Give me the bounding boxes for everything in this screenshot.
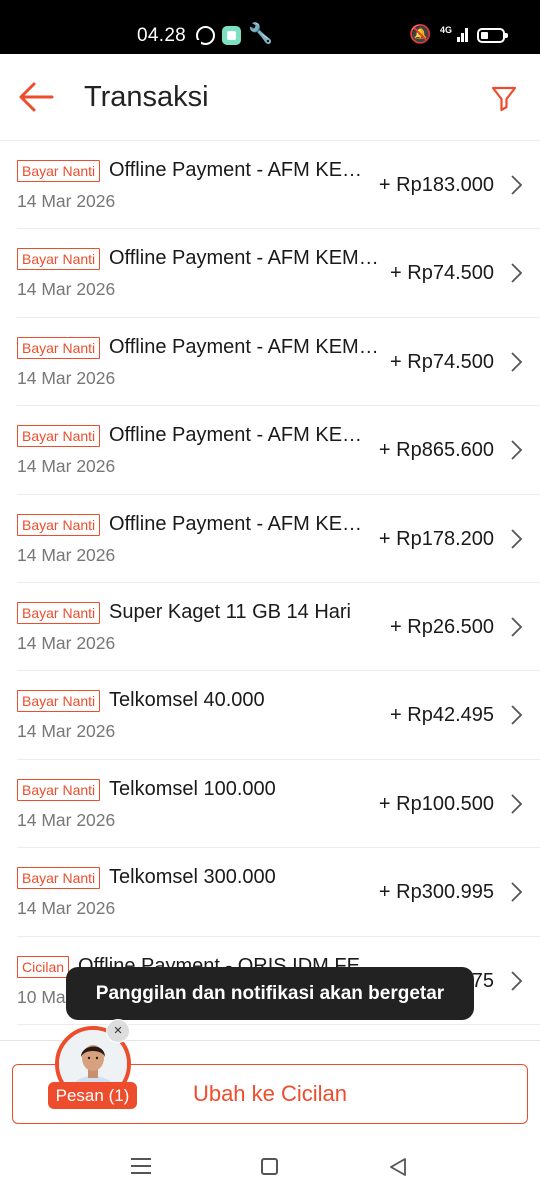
chevron-right-icon [511, 352, 523, 372]
arrow-left-icon [19, 82, 54, 112]
transaction-date: 14 Mar 2026 [17, 632, 116, 653]
transaction-date: 14 Mar 2026 [17, 898, 116, 919]
payment-method-badge: Bayar Nanti [17, 601, 101, 624]
page-title: Transaksi [84, 81, 209, 113]
payment-method-badge: Bayar Nanti [17, 336, 101, 359]
chevron-right-icon [511, 794, 523, 814]
back-button[interactable] [16, 76, 58, 118]
transaction-amount: + Rp183.000 [378, 174, 494, 196]
transaction-row[interactable]: Bayar Nanti Telkomsel 40.000 14 Mar 2026… [17, 671, 540, 760]
payment-method-badge: Bayar Nanti [17, 690, 101, 713]
status-time: 04.28 [137, 25, 187, 46]
transaction-list: Bayar Nanti Offline Payment - AFM KEMBAN… [0, 141, 540, 1025]
filter-icon [491, 86, 517, 112]
transaction-amount: 75 [471, 969, 494, 992]
chevron-right-icon [511, 263, 523, 284]
chevron-right-icon [511, 705, 523, 725]
transaction-amount: + Rp74.500 [390, 262, 494, 285]
payment-method-badge: Bayar Nanti [17, 778, 101, 801]
chevron-right-icon [511, 617, 523, 637]
battery-icon [477, 28, 508, 43]
system-toast: Panggilan dan notifikasi akan bergetar [66, 967, 474, 1020]
transaction-row[interactable]: Bayar Nanti Super Kaget 11 GB 14 Hari 14… [17, 583, 540, 672]
transaction-row[interactable]: Bayar Nanti Offline Payment - AFM KEMBAN… [17, 318, 540, 407]
chat-label[interactable]: Pesan (1) [48, 1082, 137, 1109]
transaction-date: 14 Mar 2026 [17, 544, 116, 565]
transaction-row[interactable]: Bayar Nanti Offline Payment - AFM KEMBAN… [17, 406, 540, 495]
transaction-row[interactable]: Bayar Nanti Offline Payment - AFM KEMBAN… [17, 141, 540, 230]
payment-method-badge: Cicilan [17, 955, 70, 978]
transaction-date: 10 Ma [17, 986, 66, 1007]
transaction-amount: + Rp300.995 [378, 881, 494, 904]
payment-method-badge: Bayar Nanti [17, 160, 101, 182]
transaction-title: Offline Payment - AFM KEMBANGAN [109, 335, 381, 358]
filter-button[interactable] [488, 82, 520, 114]
transaction-amount: + Rp178.200 [378, 527, 494, 550]
transaction-date: 14 Mar 2026 [17, 456, 116, 477]
transaction-title: Offline Payment - AFM KEMBANGAN [109, 159, 369, 181]
close-icon[interactable]: × [106, 1019, 130, 1043]
transaction-date: 14 Mar 2026 [17, 809, 116, 830]
transaction-title: Super Kaget 11 GB 14 Hari [109, 600, 351, 623]
transaction-amount: + Rp865.600 [378, 439, 494, 462]
transaction-row[interactable]: Bayar Nanti Offline Payment - AFM KEMBAN… [17, 495, 540, 583]
whatsapp-icon [195, 26, 215, 46]
transaction-amount: + Rp42.495 [390, 704, 494, 727]
transaction-row[interactable]: Bayar Nanti Telkomsel 100.000 14 Mar 202… [17, 760, 540, 849]
app-icon [222, 26, 241, 45]
transaction-title: Offline Payment - AFM KEMBANGAN [109, 247, 381, 270]
chevron-right-icon [511, 528, 523, 549]
app-header: Transaksi [0, 54, 540, 141]
network-type: 4G [440, 25, 453, 35]
payment-method-badge: Bayar Nanti [17, 248, 101, 271]
transaction-date: 14 Mar 2026 [17, 721, 116, 742]
payment-method-badge: Bayar Nanti [17, 425, 101, 448]
mute-vibrate-icon: 🔕 [409, 24, 432, 44]
transaction-amount: + Rp100.500 [378, 792, 494, 815]
status-bar: 04.28 🔧 🔕 4G [0, 0, 540, 54]
chevron-right-icon [511, 882, 523, 902]
payment-method-badge: Bayar Nanti [17, 513, 101, 536]
back-icon[interactable] [388, 1157, 408, 1177]
wrench-icon: 🔧 [248, 23, 273, 45]
transaction-title: Offline Payment - AFM KEMBANGAN [109, 512, 369, 535]
transaction-date: 14 Mar 2026 [17, 367, 116, 388]
signal-icon [457, 28, 468, 42]
chat-bubble[interactable]: × Pesan (1) [48, 1019, 140, 1111]
transaction-row[interactable]: Bayar Nanti Offline Payment - AFM KEMBAN… [17, 229, 540, 318]
transaction-title: Telkomsel 300.000 [109, 866, 276, 889]
transaction-title: Telkomsel 40.000 [109, 689, 265, 712]
chevron-right-icon [511, 175, 523, 195]
transaction-title: Telkomsel 100.000 [109, 777, 276, 800]
recent-apps-icon[interactable] [131, 1158, 151, 1174]
payment-method-badge: Bayar Nanti [17, 867, 101, 890]
chevron-right-icon [511, 440, 523, 460]
transaction-amount: + Rp74.500 [390, 350, 494, 373]
system-nav-bar [0, 1145, 540, 1200]
transaction-date: 14 Mar 2026 [17, 279, 116, 300]
chevron-right-icon [511, 970, 523, 991]
home-icon[interactable] [261, 1158, 278, 1175]
transaction-amount: + Rp26.500 [390, 615, 494, 638]
transaction-title: Offline Payment - AFM KEMBANGAN [109, 424, 369, 447]
transaction-date: 14 Mar 2026 [17, 191, 116, 211]
transaction-row[interactable]: Bayar Nanti Telkomsel 300.000 14 Mar 202… [17, 848, 540, 937]
